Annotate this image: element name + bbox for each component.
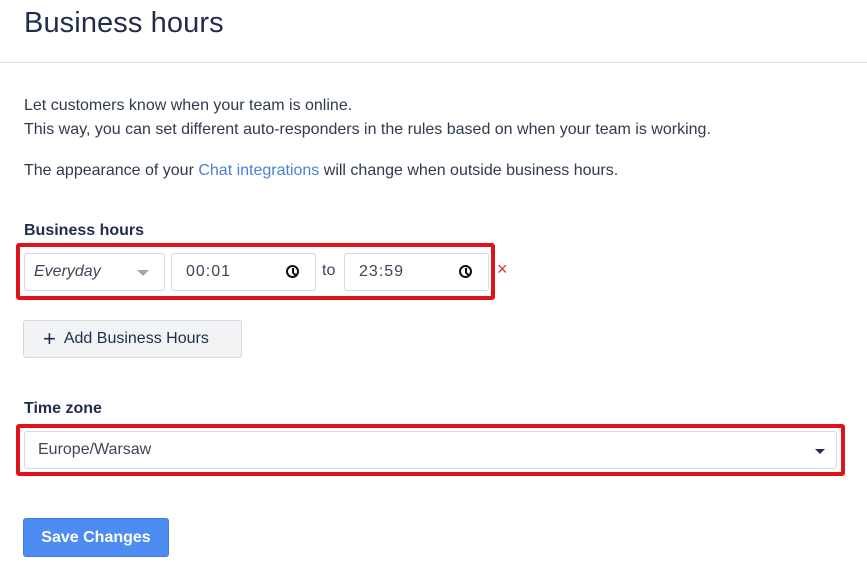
time-zone-label: Time zone	[24, 400, 102, 417]
time-from-input[interactable]: 00:01	[171, 253, 316, 291]
time-zone-select[interactable]: Europe/Warsaw	[24, 431, 837, 469]
intro-line-2: This way, you can set different auto-res…	[24, 121, 711, 138]
chevron-down-icon	[815, 449, 825, 454]
clock-icon[interactable]	[286, 265, 299, 278]
remove-hours-icon[interactable]: ×	[497, 259, 508, 279]
intro-paragraph-2: The appearance of your Chat integrations…	[24, 159, 711, 183]
intro-text-before-link: The appearance of your	[24, 162, 199, 179]
chat-integrations-link[interactable]: Chat integrations	[198, 162, 319, 179]
time-from-value: 00:01	[186, 263, 232, 280]
save-changes-button[interactable]: Save Changes	[23, 518, 169, 557]
add-business-hours-label: Add Business Hours	[63, 330, 209, 347]
intro-line-1: Let customers know when your team is onl…	[24, 97, 353, 114]
time-to-input[interactable]: 23:59	[344, 253, 489, 291]
header-divider	[0, 62, 867, 63]
intro-text: Let customers know when your team is onl…	[24, 94, 711, 183]
chevron-down-icon	[137, 270, 149, 276]
add-business-hours-button[interactable]: + Add Business Hours	[23, 320, 242, 358]
clock-icon[interactable]	[459, 265, 472, 278]
day-select[interactable]: Everyday	[24, 253, 165, 291]
time-zone-value: Europe/Warsaw	[38, 441, 152, 458]
time-to-value: 23:59	[359, 263, 405, 280]
day-select-value: Everyday	[34, 263, 101, 280]
to-label: to	[322, 262, 336, 279]
page-title: Business hours	[24, 7, 224, 39]
plus-icon: +	[43, 326, 56, 351]
intro-text-after-link: will change when outside business hours.	[319, 162, 619, 179]
business-hours-label: Business hours	[24, 222, 145, 239]
